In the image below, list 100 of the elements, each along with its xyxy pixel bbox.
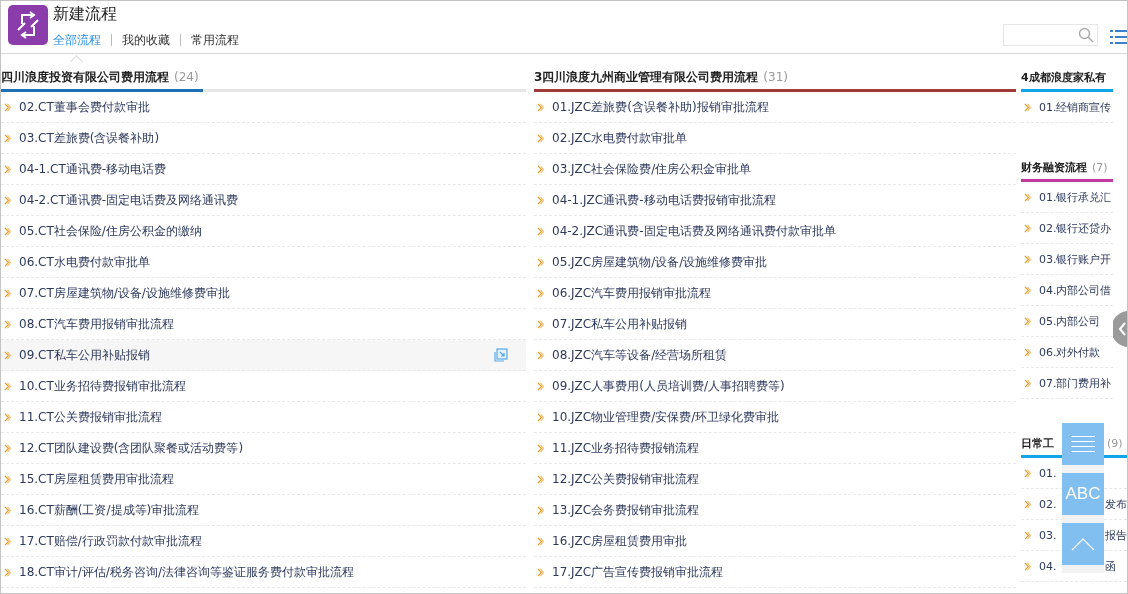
flow-name: 10.CT业务招待费报销审批流程: [19, 377, 186, 395]
flow-name: 05.JZC房屋建筑物/设备/设施维修费审批: [552, 253, 768, 271]
flow-name: 07.JZC私车公用补贴报销: [552, 315, 688, 333]
flow-name: 03.: [1039, 528, 1057, 542]
flow-list-item[interactable]: 15.CT房屋租赁费用审批流程: [1, 464, 526, 495]
flow-list-item[interactable]: 13.JZC会务费报销审批流程: [534, 495, 1016, 526]
tab[interactable]: 常用流程: [191, 32, 239, 48]
flow-name: 15.CT房屋租赁费用审批流程: [19, 470, 174, 488]
flow-name: 07.部门费用补: [1039, 375, 1112, 391]
chevron-icon: [1024, 378, 1031, 388]
page-title: 新建流程: [53, 4, 118, 24]
flow-list-item[interactable]: 03.JZC社会保险费/住房公积金审批单: [534, 154, 1016, 185]
item-count: (31): [763, 70, 788, 84]
flow-list-item[interactable]: 04-1.CT通讯费-移动电话费: [1, 154, 526, 185]
chevron-icon: [4, 567, 11, 577]
chevron-icon: [1024, 192, 1031, 202]
flow-list-item[interactable]: 08.JZC汽车等设备/经营场所租赁: [534, 340, 1016, 371]
flow-name: 02.银行还贷办: [1039, 220, 1112, 236]
tab[interactable]: 全部流程: [53, 32, 101, 48]
flow-list-item[interactable]: 04-2.JZC通讯费-固定电话费及网络通讯费付款审批单: [534, 216, 1016, 247]
flow-list-item[interactable]: 18.CT审计/评估/税务咨询/法律咨询等鉴证服务费付款审批流程: [1, 557, 526, 588]
chevron-icon: [1024, 347, 1031, 357]
flow-name: 07.CT房屋建筑物/设备/设施维修费审批: [19, 284, 230, 302]
chevron-icon: [537, 536, 544, 546]
chevron-icon: [1024, 223, 1031, 233]
flow-name: 05.内部公司: [1039, 313, 1101, 329]
flow-name: 08.JZC汽车等设备/经营场所租赁: [552, 346, 728, 364]
flow-list-item[interactable]: 05.JZC房屋建筑物/设备/设施维修费审批: [534, 247, 1016, 278]
flow-name: 13.JZC会务费报销审批流程: [552, 501, 700, 519]
chevron-icon: [537, 381, 544, 391]
flow-list-item[interactable]: 03.银行账户开: [1021, 244, 1113, 275]
flow-name: 函: [1104, 558, 1116, 574]
flow-list-item[interactable]: 07.部门费用补: [1021, 368, 1113, 399]
flow-list-item[interactable]: 12.JZC公关费报销审批流程: [534, 464, 1016, 495]
flow-name: 01.经销商宣传: [1039, 99, 1112, 115]
flow-list-item[interactable]: 01.银行承兑汇: [1021, 182, 1113, 213]
chevron-icon: [537, 567, 544, 577]
chevron-icon: [4, 102, 11, 112]
flow-name: 10.JZC物业管理费/安保费/环卫绿化费审批: [552, 408, 780, 426]
flow-list-item[interactable]: 06.CT水电费付款审批单: [1, 247, 526, 278]
flow-name: 09.CT私车公用补贴报销: [19, 346, 150, 364]
chevron-icon: [4, 474, 11, 484]
flow-list-item[interactable]: 17.JZC广告宣传费报销审批流程: [534, 557, 1016, 588]
flow-name: 06.对外付款: [1039, 344, 1101, 360]
flow-name: 17.CT赔偿/行政罚款付款审批流程: [19, 532, 202, 550]
collapse-handle-icon[interactable]: [1113, 311, 1127, 347]
flow-list-item[interactable]: 01.经销商宣传: [1021, 92, 1113, 123]
flow-list-item[interactable]: 04-1.JZC通讯费-移动电话费报销审批流程: [534, 185, 1016, 216]
flow-list-item[interactable]: 16.CT薪酬(工资/提成等)审批流程: [1, 495, 526, 526]
flow-list-item[interactable]: 11.JZC业务招待费报销流程: [534, 433, 1016, 464]
flow-list-item[interactable]: 09.CT私车公用补贴报销: [1, 340, 526, 371]
item-count: (7): [1092, 160, 1108, 174]
flow-list-item[interactable]: 05.CT社会保险/住房公积金的缴纳: [1, 216, 526, 247]
flow-list-item[interactable]: 02.CT董事会费付款审批: [1, 92, 526, 123]
chevron-icon: [4, 412, 11, 422]
chevron-icon: [4, 505, 11, 515]
chevron-icon: [537, 505, 544, 515]
flow-name: 02.: [1039, 497, 1057, 511]
flow-list-item[interactable]: 06.JZC汽车费用报销审批流程: [534, 278, 1016, 309]
search-field[interactable]: [1003, 24, 1098, 46]
section-title: 四川浪度投资有限公司费用流程: [1, 68, 169, 86]
chevron-icon: [4, 226, 11, 236]
chevron-icon: [4, 257, 11, 267]
flow-name: 06.CT水电费付款审批单: [19, 253, 150, 271]
menu-button[interactable]: [1062, 423, 1104, 465]
chevron-icon: [1024, 102, 1031, 112]
flow-list-item[interactable]: 04.内部公司借: [1021, 275, 1113, 306]
flow-list-item[interactable]: 03.CT差旅费(含误餐补助): [1, 123, 526, 154]
flow-name: 04.内部公司借: [1039, 282, 1112, 298]
chevron-icon: [537, 257, 544, 267]
search-icon: [1078, 27, 1094, 43]
menu-icon: [1071, 435, 1095, 453]
flow-list-item[interactable]: 16.JZC房屋租赁费用审批: [534, 526, 1016, 557]
tab[interactable]: 我的收藏: [122, 32, 170, 48]
back-to-top-button[interactable]: [1062, 523, 1104, 565]
flow-name: 03.JZC社会保险费/住房公积金审批单: [552, 160, 752, 178]
chevron-icon: [537, 474, 544, 484]
flow-list-item[interactable]: 12.CT团队建设费(含团队聚餐或活动费等): [1, 433, 526, 464]
flow-list-item[interactable]: 10.CT业务招待费报销审批流程: [1, 371, 526, 402]
list-view-icon[interactable]: [1110, 29, 1127, 45]
flow-list-item[interactable]: 07.CT房屋建筑物/设备/设施维修费审批: [1, 278, 526, 309]
flow-name: 16.JZC房屋租赁费用审批: [552, 532, 688, 550]
flow-list-item[interactable]: 01.JZC差旅费(含误餐补助)报销审批流程: [534, 92, 1016, 123]
flow-list-item[interactable]: 09.JZC人事费用(人员培训费/人事招聘费等): [534, 371, 1016, 402]
chevron-icon: [537, 164, 544, 174]
flow-name: 01.银行承兑汇: [1039, 189, 1112, 205]
flow-list-item[interactable]: 10.JZC物业管理费/安保费/环卫绿化费审批: [534, 402, 1016, 433]
chevron-icon: [1024, 530, 1031, 540]
flow-name: 04-2.JZC通讯费-固定电话费及网络通讯费付款审批单: [552, 222, 836, 240]
flow-list-item[interactable]: 11.CT公关费报销审批流程: [1, 402, 526, 433]
arrow-box-icon[interactable]: [494, 348, 508, 362]
flow-list-item[interactable]: 06.对外付款: [1021, 337, 1113, 368]
flow-name: 04-2.CT通讯费-固定电话费及网络通讯费: [19, 191, 239, 209]
chevron-icon: [4, 164, 11, 174]
chevron-icon: [537, 350, 544, 360]
flow-list-item[interactable]: 17.CT赔偿/行政罚款付款审批流程: [1, 526, 526, 557]
flow-list-item[interactable]: 07.JZC私车公用补贴报销: [534, 309, 1016, 340]
flow-list-item[interactable]: 02.JZC水电费付款审批单: [534, 123, 1016, 154]
flow-list-item[interactable]: 04-2.CT通讯费-固定电话费及网络通讯费: [1, 185, 526, 216]
flow-list-item[interactable]: 02.银行还贷办: [1021, 213, 1113, 244]
